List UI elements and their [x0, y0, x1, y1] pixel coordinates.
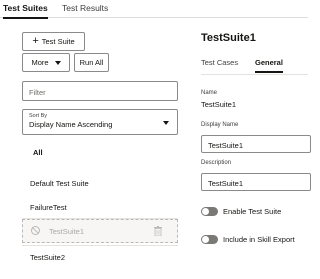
- trash-icon[interactable]: [154, 226, 162, 236]
- list-item-testsuite1[interactable]: TestSuite1: [22, 219, 178, 243]
- list-item-testsuite2[interactable]: TestSuite2: [30, 253, 65, 262]
- main-tabs: Test Suites Test Results: [0, 0, 308, 19]
- list-item-all[interactable]: All: [33, 148, 43, 157]
- filter-placeholder: Filter: [29, 88, 46, 97]
- sub-tabs-divider: [201, 74, 308, 75]
- sort-select[interactable]: Sort By Display Name Ascending: [22, 109, 178, 135]
- run-all-button[interactable]: Run All: [74, 53, 109, 72]
- sort-value: Display Name Ascending: [29, 120, 113, 129]
- description-label: Description: [201, 160, 232, 166]
- list-item-failure-test[interactable]: FailureTest: [30, 203, 67, 212]
- caret-down-icon: [54, 60, 61, 65]
- enable-test-suite-row: Enable Test Suite: [201, 206, 308, 218]
- skill-export-label: Include in Skill Export: [223, 235, 295, 244]
- tab-test-suites[interactable]: Test Suites: [3, 3, 48, 19]
- add-test-suite-label: Test Suite: [41, 37, 75, 46]
- tab-test-cases[interactable]: Test Cases: [201, 58, 238, 67]
- name-value: TestSuite1: [201, 100, 237, 109]
- tab-general[interactable]: General: [255, 58, 283, 73]
- sort-label: Sort By: [29, 113, 48, 119]
- display-name-field[interactable]: TestSuite1: [201, 135, 311, 153]
- skill-export-toggle[interactable]: [201, 235, 218, 244]
- list-item-testsuite1-label: TestSuite1: [49, 227, 85, 236]
- display-name-label: Display Name: [201, 122, 239, 128]
- run-all-label: Run All: [79, 58, 104, 67]
- name-label: Name: [201, 90, 218, 96]
- list-divider: [22, 245, 178, 246]
- skill-export-row: Include in Skill Export: [201, 234, 308, 246]
- enable-test-suite-toggle[interactable]: [201, 207, 218, 216]
- filter-input[interactable]: Filter: [22, 81, 178, 101]
- plus-icon: +: [32, 35, 39, 47]
- description-value: TestSuite1: [208, 179, 244, 188]
- disabled-icon: [31, 226, 40, 235]
- detail-title: TestSuite1: [201, 32, 256, 44]
- list-item-default-test-suite[interactable]: Default Test Suite: [30, 179, 89, 188]
- add-test-suite-button[interactable]: + Test Suite: [22, 32, 85, 51]
- display-name-value: TestSuite1: [208, 141, 244, 150]
- description-field[interactable]: TestSuite1: [201, 173, 311, 191]
- tab-test-results[interactable]: Test Results: [62, 3, 108, 13]
- chevron-down-icon: [163, 121, 169, 125]
- enable-test-suite-label: Enable Test Suite: [223, 207, 282, 216]
- more-button[interactable]: More: [22, 53, 70, 72]
- more-label: More: [31, 58, 49, 67]
